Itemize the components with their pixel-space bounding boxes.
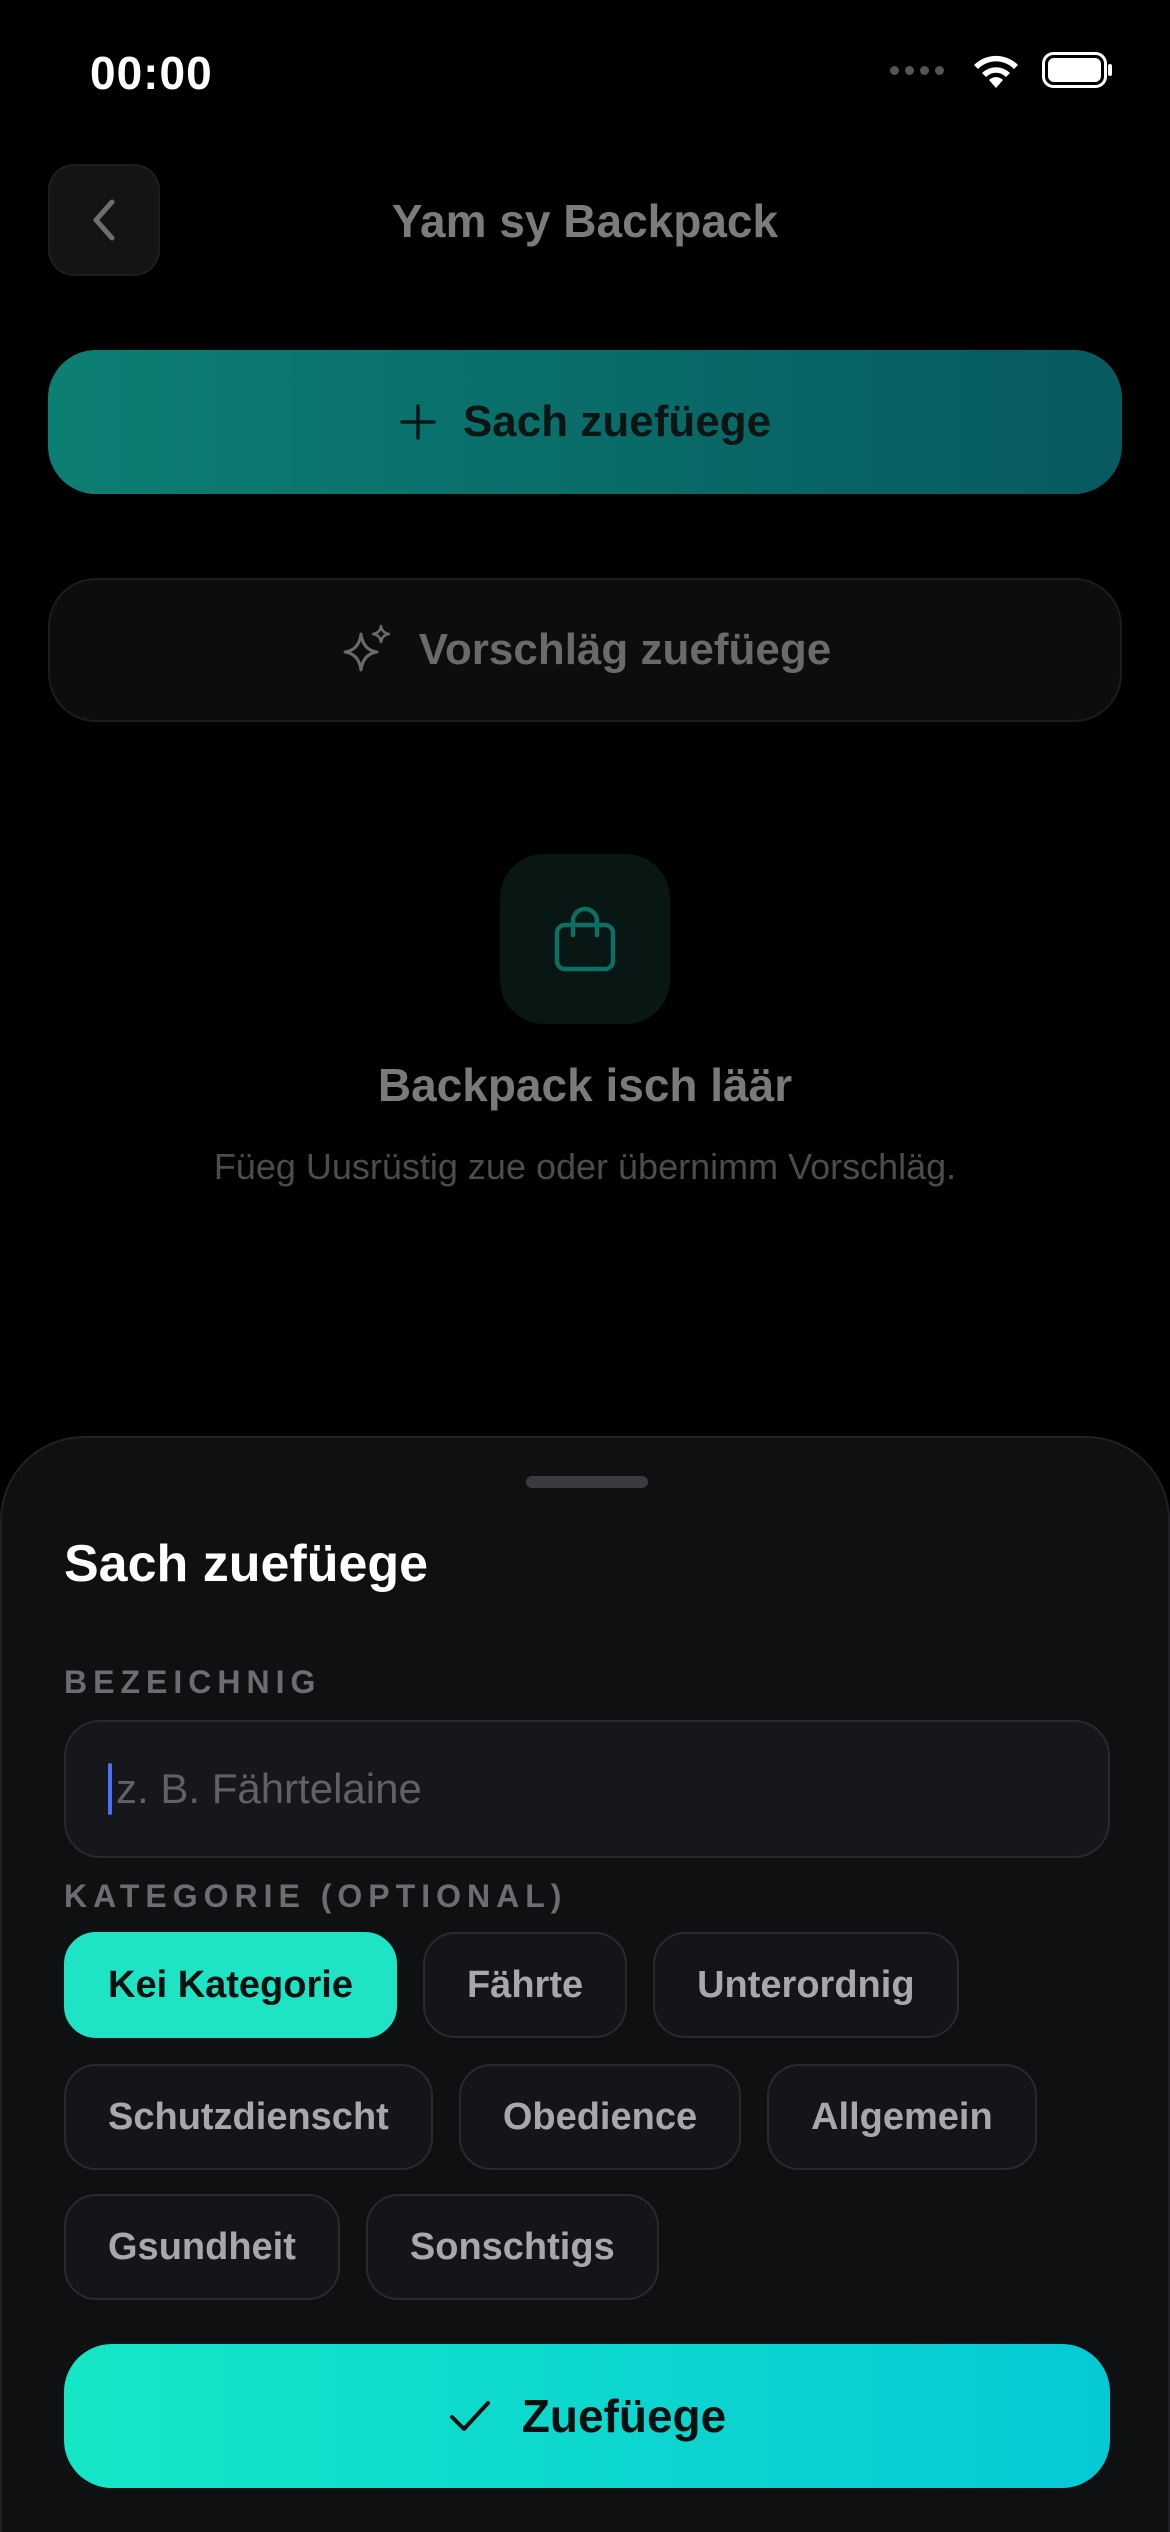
page-title: Yam sy Backpack xyxy=(391,195,779,247)
empty-state-icon-container xyxy=(500,854,670,1024)
screen: 00:00 Yam sy Backpack Sach zuefüege Vors… xyxy=(0,0,1170,2532)
add-suggestions-button[interactable]: Vorschläg zuefüege xyxy=(48,578,1122,722)
name-input[interactable] xyxy=(116,1765,1076,1813)
category-chip-allgemein[interactable]: Allgemein xyxy=(767,2064,1037,2170)
shopping-bag-icon xyxy=(554,906,616,972)
category-chip-sonschtigs[interactable]: Sonschtigs xyxy=(365,2194,659,2300)
plus-icon xyxy=(400,404,436,440)
sheet-grabber[interactable] xyxy=(526,1476,648,1488)
add-suggestions-label: Vorschläg zuefüege xyxy=(418,625,832,674)
add-item-button[interactable]: Sach zuefüege xyxy=(48,350,1122,494)
sparkles-icon xyxy=(343,624,391,672)
empty-state-subtitle: Füeg Uusrüstig zue oder übernimm Vorschl… xyxy=(213,1146,957,1187)
submit-add-button[interactable]: Zuefüege xyxy=(64,2344,1110,2488)
category-chip-gsundheit[interactable]: Gsundheit xyxy=(64,2194,340,2300)
category-chip-row: Schutzdienscht Obedience Allgemein xyxy=(64,2064,1037,2170)
checkmark-icon xyxy=(449,2401,490,2431)
backpack-screen-content: Yam sy Backpack Sach zuefüege Vorschläg … xyxy=(0,0,1170,1440)
category-chip-none[interactable]: Kei Kategorie xyxy=(64,1932,397,2038)
name-field[interactable] xyxy=(64,1720,1110,1858)
category-field-label: KATEGORIE (OPTIONAL) xyxy=(64,1878,568,1914)
text-caret xyxy=(108,1763,112,1815)
add-item-label: Sach zuefüege xyxy=(462,397,772,446)
name-field-label: BEZEICHNIG xyxy=(64,1664,322,1700)
submit-add-label: Zuefüege xyxy=(521,2390,727,2442)
sheet-title: Sach zuefüege xyxy=(64,1535,429,1593)
empty-state-title: Backpack isch läär xyxy=(377,1059,793,1111)
category-chip-row: Kei Kategorie Fährte Unterordnig xyxy=(64,1932,959,2038)
category-chip-schutzdienscht[interactable]: Schutzdienscht xyxy=(64,2064,433,2170)
category-chip-row: Gsundheit Sonschtigs xyxy=(64,2194,659,2300)
add-item-sheet: Sach zuefüege BEZEICHNIG KATEGORIE (OPTI… xyxy=(0,1436,1170,2532)
category-chip-unterordnig[interactable]: Unterordnig xyxy=(653,1932,959,2038)
category-chip-faehrte[interactable]: Fährte xyxy=(422,1932,628,2038)
category-chip-obedience[interactable]: Obedience xyxy=(458,2064,742,2170)
